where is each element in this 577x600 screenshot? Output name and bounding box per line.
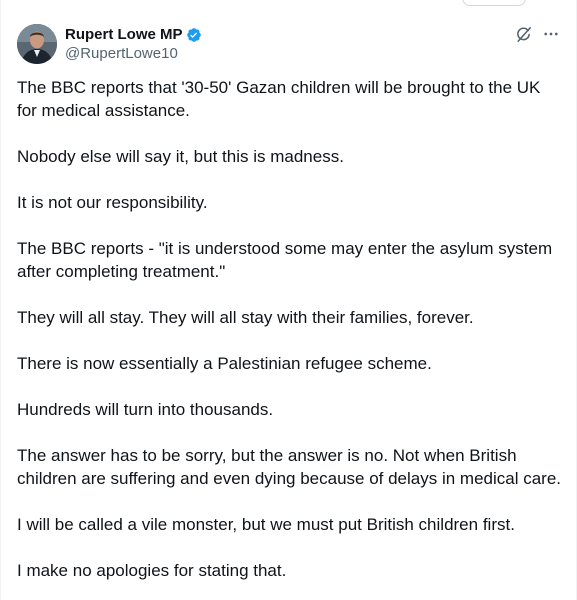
avatar[interactable] <box>17 24 57 64</box>
author-display-name[interactable]: Rupert Lowe MP <box>65 25 183 44</box>
author-handle[interactable]: @RupertLowe10 <box>65 44 202 64</box>
tweet-card: Rupert Lowe MP @RupertLowe10 The BBC rep… <box>0 0 577 600</box>
tweet-paragraph: They will all stay. They will all stay w… <box>17 308 474 327</box>
tweet-paragraph: Hundreds will turn into thousands. <box>17 400 274 419</box>
tweet-paragraph: It is not our responsibility. <box>17 193 208 212</box>
tweet-header: Rupert Lowe MP @RupertLowe10 <box>17 24 560 68</box>
author-info: Rupert Lowe MP @RupertLowe10 <box>65 25 202 64</box>
tweet-paragraph: The BBC reports that '30-50' Gazan child… <box>17 78 541 120</box>
tweet-paragraph: Nobody else will say it, but this is mad… <box>17 147 344 166</box>
follow-button[interactable] <box>462 0 526 6</box>
profile-photo-icon <box>17 24 57 64</box>
tweet-header-actions <box>515 24 560 44</box>
tweet-paragraph: The answer has to be sorry, but the answ… <box>17 446 562 488</box>
author-name-row: Rupert Lowe MP <box>65 25 202 44</box>
tweet-paragraph: There is now essentially a Palestinian r… <box>17 354 432 373</box>
verified-badge-icon[interactable] <box>186 27 202 43</box>
tweet-paragraph: I make no apologies for stating that. <box>17 561 287 580</box>
tweet-paragraph: I will be called a vile monster, but we … <box>17 515 515 534</box>
more-options-icon[interactable] <box>542 25 560 43</box>
tweet-paragraph: The BBC reports - "it is understood some… <box>17 239 553 281</box>
grok-icon[interactable] <box>515 26 532 43</box>
tweet-text: The BBC reports that '30-50' Gazan child… <box>17 76 562 600</box>
